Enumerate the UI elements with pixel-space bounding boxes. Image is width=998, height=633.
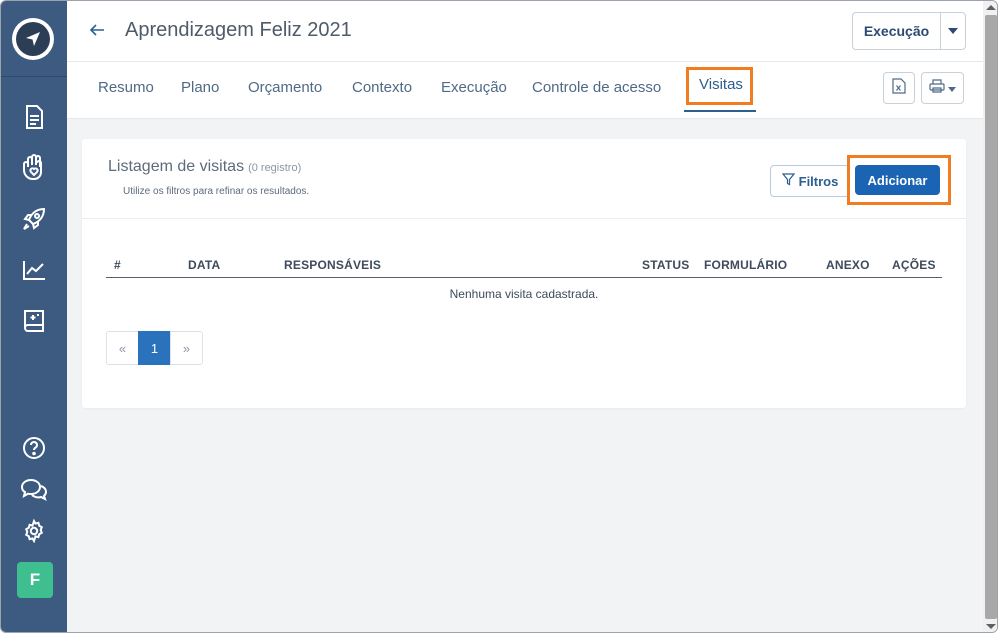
- app-window: F Aprendizagem Feliz 2021 Execução Resum…: [0, 0, 998, 633]
- rocket-icon[interactable]: [19, 204, 49, 234]
- pagination-page-button[interactable]: 1: [138, 331, 171, 365]
- scrollbar-thumb[interactable]: [985, 15, 997, 619]
- list-subtitle: Utilize os filtros para refinar os resul…: [123, 186, 310, 197]
- active-tab-underline: [684, 110, 756, 112]
- tab-execucao[interactable]: Execução: [441, 79, 507, 96]
- gear-icon[interactable]: [19, 516, 49, 546]
- pagination-next-button[interactable]: »: [170, 331, 203, 365]
- column-header[interactable]: FORMULÁRIO: [704, 258, 787, 272]
- tab-visitas[interactable]: Visitas: [699, 76, 743, 93]
- tab-controle-de-acesso[interactable]: Controle de acesso: [532, 79, 661, 96]
- sidebar-divider: [1, 76, 67, 77]
- tab-contexto[interactable]: Contexto: [352, 79, 412, 96]
- column-header: AÇÕES: [892, 258, 936, 272]
- chart-line-icon[interactable]: [19, 255, 49, 285]
- column-header[interactable]: DATA: [188, 258, 220, 272]
- book-sparkle-icon[interactable]: [19, 306, 49, 336]
- excel-export-button[interactable]: [883, 72, 915, 104]
- list-title-text: Listagem de visitas: [108, 158, 245, 175]
- tab-bar: Resumo Plano Orçamento Contexto Execução…: [67, 62, 983, 119]
- pagination-prev-button[interactable]: «: [106, 331, 139, 365]
- compass-logo-icon[interactable]: [12, 18, 54, 60]
- tab-plano[interactable]: Plano: [181, 79, 219, 96]
- filters-button-label: Filtros: [798, 173, 839, 189]
- printer-icon: [929, 78, 945, 98]
- scroll-up-arrow-icon[interactable]: [986, 5, 996, 10]
- scroll-down-arrow-icon[interactable]: [986, 624, 996, 629]
- pagination: « 1 »: [106, 331, 203, 365]
- list-title: Listagem de visitas (0 registro): [108, 158, 301, 176]
- column-header[interactable]: ANEXO: [826, 258, 870, 272]
- page-header: Aprendizagem Feliz 2021 Execução: [67, 1, 983, 62]
- document-icon[interactable]: [19, 102, 49, 132]
- chevron-down-icon: [948, 79, 956, 97]
- sidebar: F: [1, 1, 67, 632]
- hand-heart-icon[interactable]: [19, 152, 49, 182]
- column-header[interactable]: STATUS: [642, 258, 689, 272]
- column-header[interactable]: RESPONSÁVEIS: [284, 258, 381, 272]
- record-count: (0 registro): [248, 162, 302, 174]
- help-icon[interactable]: [19, 433, 49, 463]
- chat-icon[interactable]: [19, 474, 49, 504]
- add-button[interactable]: Adicionar: [855, 165, 940, 195]
- tab-orcamento[interactable]: Orçamento: [248, 79, 322, 96]
- chevron-down-icon[interactable]: [941, 13, 965, 49]
- column-header[interactable]: #: [114, 258, 121, 272]
- empty-table-message: Nenhuma visita cadastrada.: [449, 287, 599, 301]
- avatar[interactable]: F: [17, 562, 53, 598]
- status-button-label[interactable]: Execução: [853, 13, 941, 49]
- print-dropdown-button[interactable]: [921, 72, 964, 104]
- back-arrow-icon[interactable]: [87, 20, 107, 40]
- card-header: Listagem de visitas (0 registro) Utilize …: [82, 139, 966, 219]
- page-title: Aprendizagem Feliz 2021: [125, 19, 352, 41]
- filters-button[interactable]: Filtros: [770, 165, 850, 197]
- status-dropdown-button[interactable]: Execução: [852, 12, 966, 50]
- excel-file-icon: [892, 77, 906, 99]
- vertical-scrollbar[interactable]: [983, 1, 997, 632]
- filter-icon: [781, 173, 795, 189]
- tab-resumo[interactable]: Resumo: [98, 79, 154, 96]
- visits-card: Listagem de visitas (0 registro) Utilize …: [82, 139, 966, 408]
- table-header: # DATA RESPONSÁVEIS STATUS FORMULÁRIO AN…: [106, 257, 942, 278]
